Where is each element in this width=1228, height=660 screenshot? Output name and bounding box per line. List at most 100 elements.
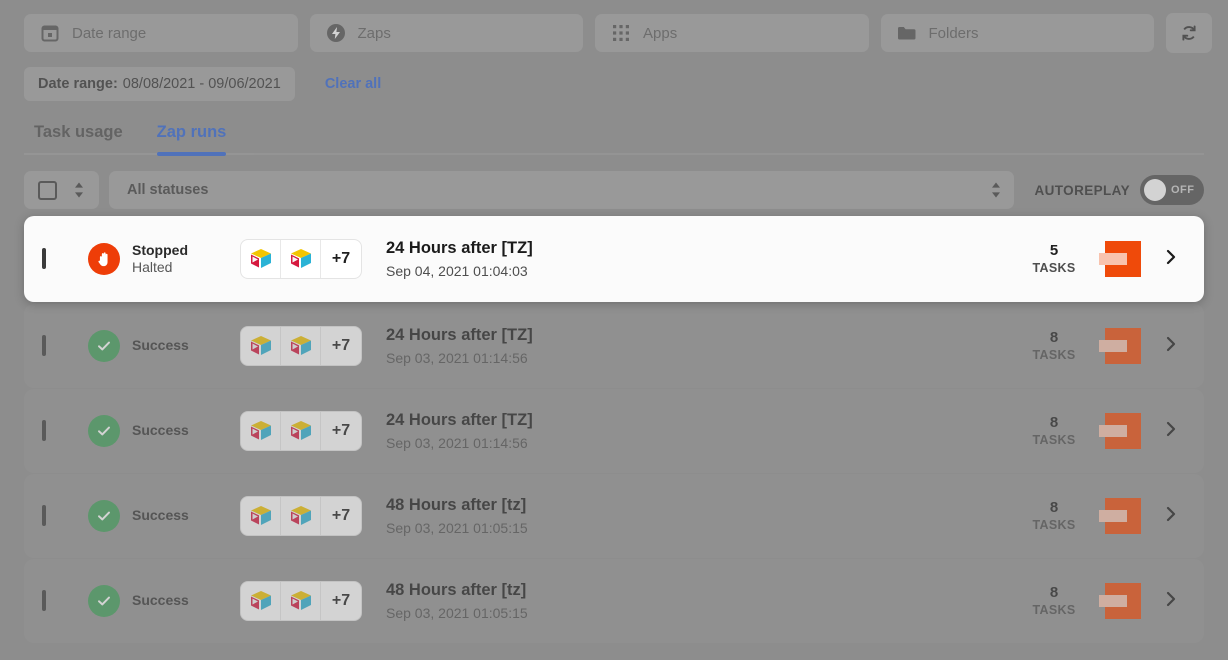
tasks-cell: 8 TASKS [1016,584,1092,618]
status-filter-chevron-icon [990,181,1002,199]
row-expand-button[interactable] [1154,590,1188,613]
apps-chipbox[interactable]: +7 [240,411,362,451]
run-timestamp: Sep 03, 2021 01:14:56 [386,435,528,451]
chip-label: Date range: [38,76,118,92]
chevron-right-icon [1165,420,1177,443]
apps-chipbox[interactable]: +7 [240,239,362,279]
tasks-label: TASKS [1032,347,1076,362]
filter-apps[interactable]: Apps [595,14,869,52]
runs-toolbar: All statuses AUTOREPLAY OFF [0,164,1228,216]
apps-cell: +7 [240,581,364,621]
status-filter-value: All statuses [127,182,209,198]
brand-logo-cell [1092,498,1154,534]
run-title: 24 Hours after [TZ] [386,239,533,257]
status-cell: Success [88,330,240,362]
status-line-2: Halted [132,259,173,275]
tasks-label: TASKS [1032,602,1076,617]
run-title: 24 Hours after [TZ] [386,326,533,344]
filter-bar: Date range Zaps Apps Folders [0,0,1228,56]
run-timestamp: Sep 03, 2021 01:14:56 [386,350,528,366]
filter-zaps[interactable]: Zaps [309,14,583,52]
table-row[interactable]: Success +7 24 Hours after [TZ] Sep 03, 2… [24,304,1204,388]
app-cube-icon [241,582,281,620]
brand-logo-cell [1092,328,1154,364]
row-checkbox-cell [42,335,88,356]
chevron-right-icon [1165,505,1177,528]
table-row[interactable]: Stopped Halted +7 24 Hours after [TZ] Se… [24,216,1204,302]
check-circle-icon [88,415,120,447]
chip-value: 08/08/2021 - 09/06/2021 [122,76,281,92]
apps-cell: +7 [240,326,364,366]
filter-apps-label: Apps [643,24,678,42]
zap-runs-list: Stopped Halted +7 24 Hours after [TZ] Se… [0,216,1228,643]
status-text: Success [132,507,189,525]
row-expand-button[interactable] [1154,335,1188,358]
tab-task-usage[interactable]: Task usage [34,123,123,156]
apps-overflow-count: +7 [331,592,351,609]
apps-chipbox[interactable]: +7 [240,581,362,621]
row-expand-button[interactable] [1154,505,1188,528]
apps-chipbox[interactable]: +7 [240,326,362,366]
row-checkbox[interactable] [42,590,46,611]
apps-chipbox[interactable]: +7 [240,496,362,536]
status-cell: Success [88,585,240,617]
run-title-cell: 48 Hours after [tz] Sep 03, 2021 01:05:1… [364,581,1016,621]
apps-overflow-count: +7 [331,422,351,439]
status-cell: Success [88,415,240,447]
filter-date-range[interactable]: Date range [24,14,298,52]
brand-square-logo [1099,328,1141,364]
check-circle-icon [88,330,120,362]
status-line-1: Success [132,422,189,439]
apps-cell: +7 [240,239,364,279]
status-cell: Stopped Halted [88,242,240,277]
refresh-icon [1179,23,1199,43]
brand-square-logo [1099,498,1141,534]
tasks-count: 8 [1049,413,1059,431]
status-text: Success [132,422,189,440]
row-checkbox[interactable] [42,248,46,269]
status-text: Stopped Halted [132,242,188,277]
app-cube-icon [241,412,281,450]
run-title: 48 Hours after [tz] [386,581,527,599]
table-row[interactable]: Success +7 24 Hours after [TZ] Sep 03, 2… [24,389,1204,473]
tab-task-usage-label: Task usage [34,123,123,141]
row-expand-button[interactable] [1154,420,1188,443]
autoreplay-toggle[interactable]: OFF [1140,175,1204,205]
status-text: Success [132,337,189,355]
row-checkbox[interactable] [42,505,46,526]
autoreplay-label: AUTOREPLAY [1034,182,1130,198]
row-expand-button[interactable] [1154,248,1188,271]
folder-icon [897,23,917,43]
app-cube-icon [281,412,321,450]
run-timestamp: Sep 03, 2021 01:05:15 [386,520,528,536]
filter-folders[interactable]: Folders [880,14,1154,52]
sort-updown-icon[interactable] [73,181,85,199]
run-title-cell: 24 Hours after [TZ] Sep 03, 2021 01:14:5… [364,411,1016,451]
tasks-cell: 8 TASKS [1016,499,1092,533]
grid-apps-icon [611,23,631,43]
active-filter-chip-date-range[interactable]: Date range: 08/08/2021 - 09/06/2021 [24,67,295,101]
status-filter-select[interactable]: All statuses [109,171,1015,209]
tab-zap-runs[interactable]: Zap runs [156,123,226,156]
select-all-checkbox[interactable] [38,180,57,200]
row-checkbox[interactable] [42,335,46,356]
app-cube-icon [281,497,321,535]
apps-overflow-count: +7 [331,507,351,524]
app-cube-icon [281,327,321,365]
row-checkbox[interactable] [42,420,46,441]
status-line-1: Success [132,507,189,524]
clear-all-link[interactable]: Clear all [325,76,381,92]
tasks-count: 8 [1049,583,1059,601]
table-row[interactable]: Success +7 48 Hours after [tz] Sep 03, 2… [24,559,1204,643]
tasks-count: 8 [1049,498,1059,516]
app-cube-icon [281,582,321,620]
status-line-1: Stopped [132,241,188,258]
toggle-knob [1144,179,1166,201]
table-row[interactable]: Success +7 48 Hours after [tz] Sep 03, 2… [24,474,1204,558]
brand-logo-cell [1092,583,1154,619]
run-title: 48 Hours after [tz] [386,496,527,514]
row-checkbox-cell [42,420,88,441]
stop-hand-icon [88,243,120,275]
refresh-button[interactable] [1166,13,1212,53]
run-timestamp: Sep 04, 2021 01:04:03 [386,263,528,279]
